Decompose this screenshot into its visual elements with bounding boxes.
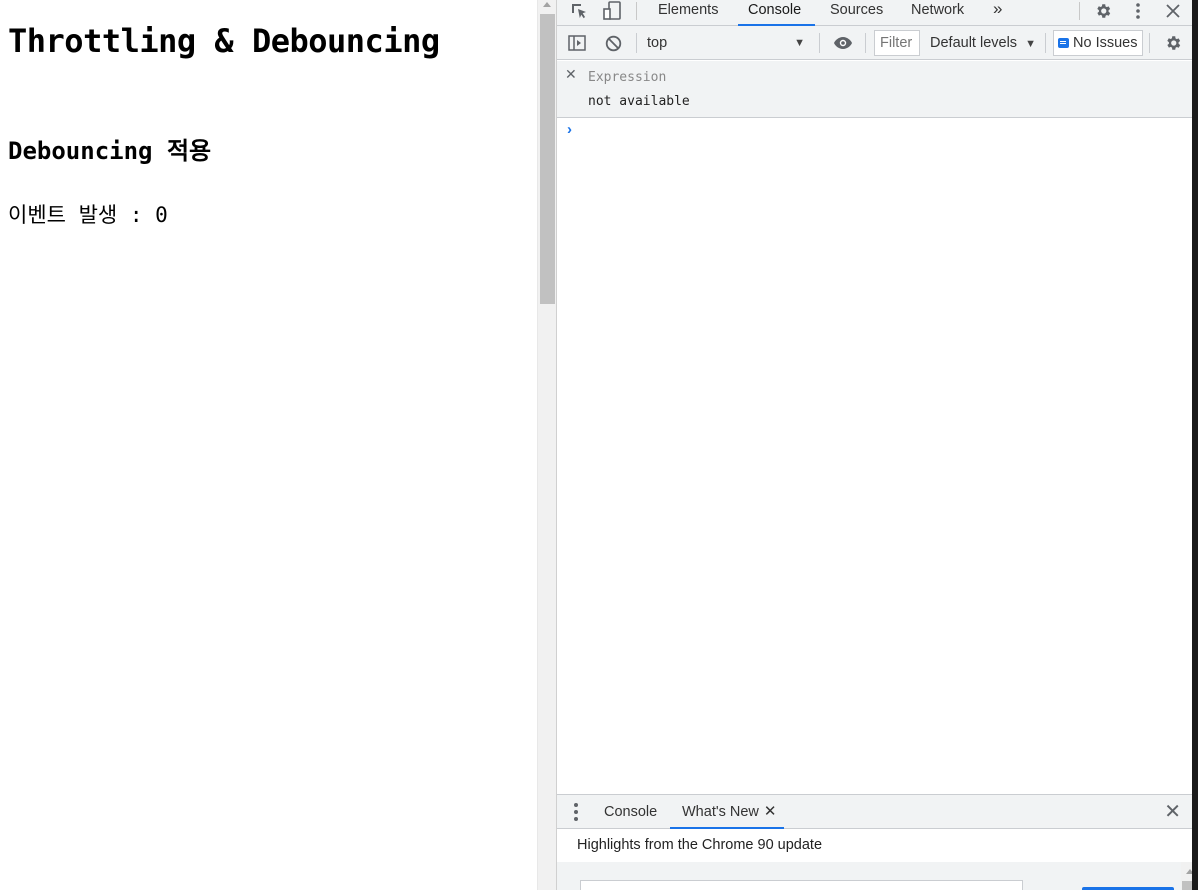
tab-elements[interactable]: Elements [658, 0, 718, 26]
dropdown-caret-icon: ▼ [794, 37, 805, 49]
issues-button[interactable]: No Issues [1053, 30, 1143, 56]
whats-new-panel: Highlights from the Chrome 90 update [557, 829, 1198, 890]
toolbar-separator [1149, 33, 1150, 53]
web-page: Throttling & Debouncing Debouncing 적용 이벤… [0, 0, 537, 890]
device-toggle-icon[interactable] [601, 0, 623, 22]
tab-sources[interactable]: Sources [830, 0, 883, 26]
close-devtools-icon[interactable] [1163, 0, 1183, 22]
console-output[interactable]: › [557, 119, 1198, 794]
drawer-tab-label: What's New [682, 804, 759, 820]
log-levels-dropdown[interactable]: Default levels ▼ [930, 26, 1036, 60]
tab-network[interactable]: Network [911, 0, 964, 26]
window-edge [1192, 0, 1198, 890]
issues-icon [1058, 38, 1069, 48]
devtools-panel: Elements Console Sources Network » top ▼ [556, 0, 1198, 890]
log-levels-label: Default levels [930, 35, 1018, 51]
toolbar-separator [1045, 33, 1046, 53]
filter-input[interactable]: Filter [874, 30, 920, 56]
remove-expression-icon[interactable]: ✕ [565, 67, 577, 83]
drawer-menu-icon[interactable] [574, 803, 578, 821]
eye-icon[interactable] [832, 26, 854, 60]
more-tabs-icon[interactable]: » [993, 0, 1002, 26]
sidebar-toggle-icon[interactable] [567, 26, 587, 60]
event-counter: 이벤트 발생 : 0 [8, 203, 168, 227]
expression-value: not available [588, 94, 690, 109]
expression-text[interactable]: Expression [588, 70, 666, 85]
devtools-tabbar: Elements Console Sources Network » [557, 0, 1198, 26]
page-title: Throttling & Debouncing [8, 22, 440, 60]
scrollbar-thumb[interactable] [540, 14, 555, 304]
kebab-menu-icon[interactable] [1131, 0, 1145, 22]
toolbar-separator [819, 33, 820, 53]
whats-new-headline: Highlights from the Chrome 90 update [577, 837, 823, 853]
live-expression: ✕ Expression not available [557, 61, 1198, 118]
close-drawer-icon[interactable]: ✕ [1164, 795, 1181, 829]
issues-label: No Issues [1073, 35, 1138, 51]
close-tab-icon[interactable]: ✕ [764, 803, 777, 820]
toolbar-separator [636, 33, 637, 53]
tabbar-separator [636, 2, 637, 20]
tabbar-separator [1079, 2, 1080, 20]
console-settings-icon[interactable] [1163, 26, 1183, 60]
drawer-tab-console[interactable]: Console [604, 795, 657, 829]
scroll-up-arrow-icon[interactable] [543, 2, 551, 7]
dropdown-caret-icon: ▼ [1025, 38, 1036, 50]
drawer-tabbar: Console What's New ✕ ✕ [557, 794, 1198, 829]
clear-console-icon[interactable] [603, 26, 623, 60]
whats-new-card [580, 880, 1023, 890]
console-toolbar: top ▼ Filter Default levels ▼ No Issues [557, 26, 1198, 60]
inspect-icon[interactable] [569, 0, 589, 22]
tab-console[interactable]: Console [737, 0, 816, 26]
console-prompt-icon[interactable]: › [567, 121, 572, 138]
context-value: top [647, 35, 668, 51]
page-subtitle: Debouncing 적용 [8, 137, 212, 165]
toolbar-separator [865, 33, 866, 53]
drawer-tab-whats-new[interactable]: What's New ✕ [669, 795, 786, 829]
page-scrollbar[interactable] [537, 0, 556, 890]
context-select[interactable]: top ▼ [645, 26, 809, 60]
settings-icon[interactable] [1093, 0, 1113, 22]
